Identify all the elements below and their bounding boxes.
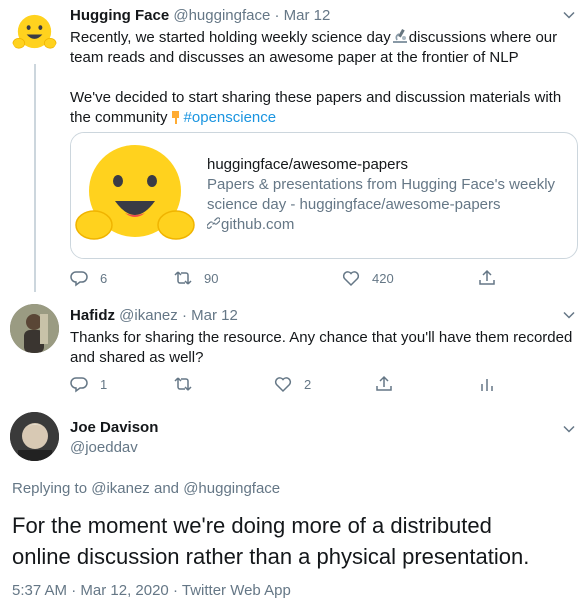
retweet-icon xyxy=(174,271,192,285)
hashtag-link[interactable]: #openscience xyxy=(184,109,277,126)
handle[interactable]: @joeddav xyxy=(70,438,158,458)
tweet-text-line: team reads and discusses an awesome pape… xyxy=(70,49,519,66)
reply-button[interactable]: 6 xyxy=(70,268,107,288)
thread-line xyxy=(34,64,36,292)
tweet-text-line: For the moment we're doing more of a dis… xyxy=(12,513,492,538)
tweet-date[interactable]: Mar 12 xyxy=(284,7,331,24)
tweet-text-line: discussions where our xyxy=(408,29,558,46)
tweet-timestamp-footer: 5:37 AM · Mar 12, 2020 · Twitter Web App xyxy=(12,581,291,599)
tweet-text-line: Recently, we started holding weekly scie… xyxy=(70,29,391,46)
tweet-source[interactable]: Twitter Web App xyxy=(182,582,291,599)
card-description: Papers & presentations from Hugging Face… xyxy=(207,176,556,193)
retweet-count: 90 xyxy=(204,270,219,286)
share-button[interactable] xyxy=(478,268,496,288)
card-link-text: github.com xyxy=(221,216,295,233)
link-preview-card[interactable]: huggingface/awesome-papers Papers & pres… xyxy=(70,132,578,259)
separator: · xyxy=(181,307,187,324)
user-photo-icon xyxy=(10,412,59,461)
share-icon xyxy=(376,375,392,391)
display-name[interactable]: Hafidz xyxy=(70,307,115,324)
tweet-header: Joe Davison @joeddav xyxy=(70,418,158,458)
card-description: science day - huggingface/awesome-papers xyxy=(207,196,501,213)
tweet-text-line: the community xyxy=(70,109,168,126)
like-button[interactable]: 2 xyxy=(274,374,311,394)
reply-button[interactable]: 1 xyxy=(70,374,107,394)
like-count: 2 xyxy=(304,376,312,392)
chevron-down-icon[interactable] xyxy=(562,308,576,322)
hafidz-avatar[interactable] xyxy=(10,304,59,353)
card-image xyxy=(71,133,198,258)
hugging-face-logo-icon xyxy=(12,14,57,49)
reply-icon xyxy=(70,377,88,393)
analytics-button[interactable] xyxy=(478,374,496,394)
share-icon xyxy=(479,269,495,285)
tweet-hafidz[interactable]: Hafidz @ikanez · Mar 12 Thanks for shari… xyxy=(0,298,588,398)
retweet-button[interactable]: 90 xyxy=(174,268,218,288)
share-button[interactable] xyxy=(375,374,393,394)
separator: · xyxy=(71,582,77,599)
tweet-full-date[interactable]: Mar 12, 2020 xyxy=(80,582,168,599)
like-button[interactable]: 420 xyxy=(342,268,394,288)
handle[interactable]: @ikanez xyxy=(119,307,178,324)
display-name[interactable]: Hugging Face xyxy=(70,7,169,24)
chevron-down-icon[interactable] xyxy=(562,8,576,22)
link-icon xyxy=(206,216,221,236)
like-count: 420 xyxy=(372,270,394,286)
tweet-actions: 1 2 xyxy=(70,374,550,394)
joe-davison-avatar[interactable] xyxy=(10,412,59,461)
replying-to: Replying to @ikanez and @huggingface xyxy=(12,479,280,499)
microscope-icon xyxy=(391,28,409,44)
replying-prefix: Replying to xyxy=(12,480,88,497)
tweet-huggingface[interactable]: Hugging Face @huggingface · Mar 12 Recen… xyxy=(0,0,588,295)
tweet-date[interactable]: Mar 12 xyxy=(191,307,238,324)
user-photo-icon xyxy=(10,304,59,353)
heart-icon xyxy=(274,377,292,393)
pointing-down-hand-icon xyxy=(168,109,184,125)
display-name[interactable]: Joe Davison xyxy=(70,418,158,438)
hugging-face-logo-icon xyxy=(75,145,195,240)
tweet-text: Recently, we started holding weekly scie… xyxy=(70,28,578,128)
tweet-header: Hafidz @ikanez · Mar 12 xyxy=(70,306,238,326)
tweet-header: Hugging Face @huggingface · Mar 12 xyxy=(70,6,330,26)
mention-link[interactable]: @huggingface xyxy=(183,480,280,497)
heart-icon xyxy=(342,271,360,287)
handle[interactable]: @huggingface xyxy=(173,7,270,24)
chevron-down-icon[interactable] xyxy=(562,422,576,436)
mention-link[interactable]: @ikanez xyxy=(91,480,150,497)
reply-icon xyxy=(70,271,88,287)
tweet-time[interactable]: 5:37 AM xyxy=(12,582,67,599)
card-body: huggingface/awesome-papers Papers & pres… xyxy=(206,155,567,236)
retweet-icon xyxy=(174,377,192,391)
replying-and: and xyxy=(153,480,180,497)
card-link: github.com xyxy=(206,215,567,236)
retweet-button[interactable] xyxy=(174,374,204,394)
analytics-icon xyxy=(481,379,493,391)
reply-count: 6 xyxy=(100,270,108,286)
focused-tweet-text: For the moment we're doing more of a dis… xyxy=(12,510,582,572)
reply-count: 1 xyxy=(100,376,108,392)
tweet-text-line: online discussion rather than a physical… xyxy=(12,544,530,569)
huggingface-avatar[interactable] xyxy=(10,8,59,57)
separator: · xyxy=(172,582,178,599)
card-title: huggingface/awesome-papers xyxy=(207,156,408,173)
tweet-text-line: and shared as well? xyxy=(70,349,204,366)
separator: · xyxy=(274,7,280,24)
tweet-text: Thanks for sharing the resource. Any cha… xyxy=(70,328,578,368)
tweet-text-line: We've decided to start sharing these pap… xyxy=(70,89,562,106)
tweet-text-line: Thanks for sharing the resource. Any cha… xyxy=(70,329,573,346)
tweet-actions: 6 90 420 xyxy=(70,268,550,288)
